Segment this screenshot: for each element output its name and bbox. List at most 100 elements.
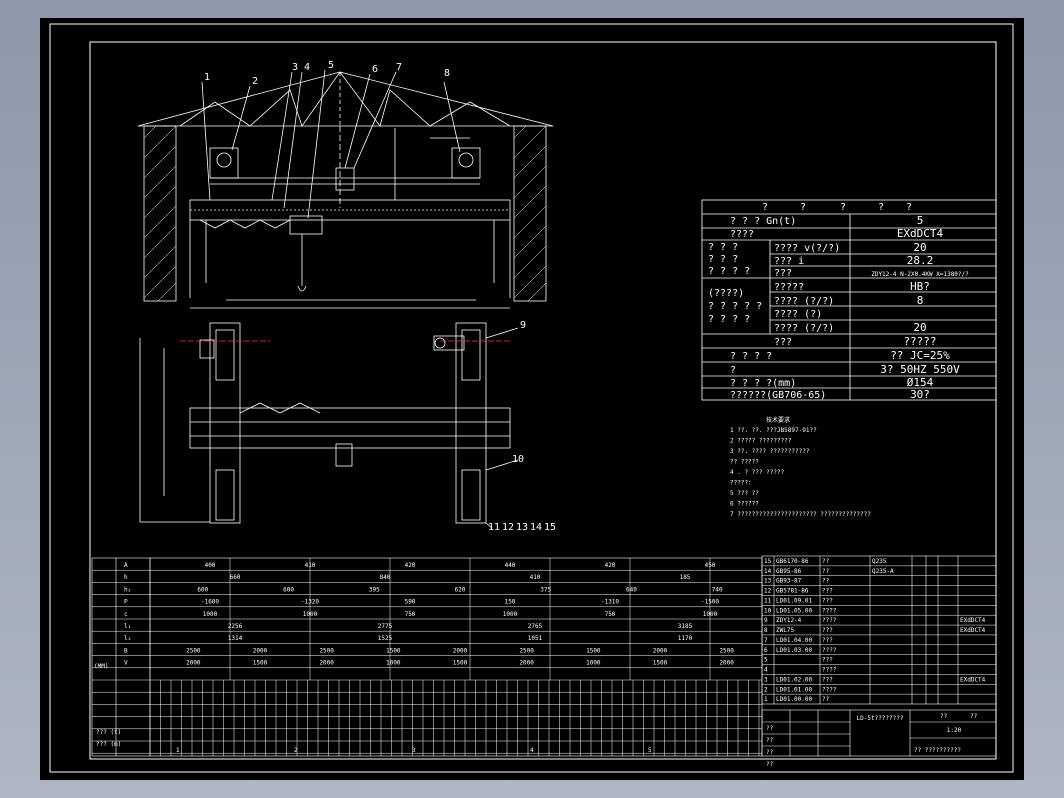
spec-row-label: ? ? ? Gn(t) <box>730 216 796 227</box>
parts-name: ?? <box>822 578 830 585</box>
dim-value: 3185 <box>678 623 693 630</box>
dimension-table-grid <box>92 558 762 756</box>
dim-value: 2500 <box>319 647 334 654</box>
title-header: ?? <box>940 713 948 720</box>
sheet-border-inner <box>89 41 997 760</box>
part-label-8: 8 <box>444 68 450 79</box>
parts-no: 8 <box>764 627 768 634</box>
dim-value: 2000 <box>519 660 534 667</box>
dim-value: 740 <box>712 586 723 593</box>
dim-symbol: P <box>124 599 128 606</box>
dim-symbol: B <box>124 647 128 654</box>
spec-header-2: ? <box>840 202 846 213</box>
dim-value: 1500 <box>253 660 268 667</box>
dim-value: 2500 <box>719 647 734 654</box>
parts-no: 7 <box>764 637 768 644</box>
technical-notes: 技术要求 1 ??. ??. ???JB5897-91?? 2 ????? ????… <box>730 416 871 518</box>
parts-code: LD01.09.01 <box>776 597 813 604</box>
dim-value: 150 <box>505 599 516 606</box>
notes-line: 3 ??. ???? ??????????? <box>730 448 810 455</box>
parts-code: LD01.02.00 <box>776 676 813 683</box>
parts-no: 3 <box>764 676 768 683</box>
title-main: LD-5t???????? <box>857 715 904 722</box>
parts-no: 15 <box>764 558 772 565</box>
dim-value: 1000 <box>203 611 218 618</box>
parts-code: GB6170-86 <box>776 558 809 565</box>
dim-symbol: c <box>124 611 128 618</box>
dim-value: 2765 <box>528 623 543 630</box>
dim-value: 420 <box>605 562 616 569</box>
part-label-10: 10 <box>512 454 524 465</box>
dim-value: 410 <box>305 562 316 569</box>
dim-value: -1500 <box>701 599 719 606</box>
parts-material: Q235 <box>872 558 887 565</box>
dim-bottom-number: 2 <box>294 747 298 754</box>
part-label-2: 2 <box>252 76 258 87</box>
spec-row-value: 28.2 <box>907 254 934 267</box>
parts-name: ??? <box>822 597 833 604</box>
parts-code: GB93-87 <box>776 578 802 585</box>
spec-group-line: ? ? ? ? <box>708 314 750 325</box>
part-label-13: 13 <box>516 522 528 533</box>
parts-name: ?? <box>822 558 830 565</box>
spec-group-line: ? ? ? ? ? <box>708 301 762 312</box>
parts-no: 2 <box>764 686 768 693</box>
spec-row-label: ???? <box>730 229 754 240</box>
notes-line: 2 ????? ????????? <box>730 438 792 445</box>
dim-unit: (MM) <box>94 663 108 670</box>
title-block-text: LD-5t???????? 1:20???????????? ?? ????????… <box>766 713 978 768</box>
part-number-labels: 1 23 4 5 6 7891011 12 13 14 15 <box>204 60 556 533</box>
parts-name: ??? <box>822 588 833 595</box>
cad-viewer[interactable]: 1 2 3 4 5 6 7 8 9 10 11 12 13 14 15 ?????? ? ? Gn(t) 5?… <box>40 18 1024 780</box>
spec-row-value: HB? <box>910 280 930 293</box>
dim-symbol: V <box>124 660 128 667</box>
parts-right-code: EXdDCT4 <box>960 676 986 683</box>
dim-value: 640 <box>626 586 637 593</box>
notes-line: 5 ??? ?? <box>730 490 759 497</box>
dim-value: 410 <box>530 574 541 581</box>
part-label-6: 6 <box>372 64 378 75</box>
spec-row-label: ??? <box>774 268 792 279</box>
plan-view <box>139 322 519 529</box>
parts-name: ?? <box>822 568 830 575</box>
title-header: ?? <box>970 713 978 720</box>
dim-value: 1525 <box>378 635 393 642</box>
spec-row-value: ????? <box>903 335 936 348</box>
dim-value: 1170 <box>678 635 693 642</box>
part-label-1: 1 <box>204 72 210 83</box>
spec-row-value: 5 <box>917 214 924 227</box>
dim-value: 375 <box>540 586 551 593</box>
part-label-7: 7 <box>396 62 402 73</box>
parts-code: ZDY12-4 <box>776 617 802 624</box>
notes-line: 4 . ? ??? ????? <box>730 469 785 476</box>
parts-code: GB95-86 <box>776 568 802 575</box>
dimension-table <box>91 557 763 757</box>
part-label-15: 15 <box>544 522 556 533</box>
dim-value: 2500 <box>519 647 534 654</box>
dim-value: 2000 <box>719 660 734 667</box>
part-label-14: 14 <box>530 522 542 533</box>
parts-code: LD01.03.00 <box>776 647 813 654</box>
dim-symbol: h <box>124 574 128 581</box>
dim-value: 600 <box>197 586 208 593</box>
dim-symbol: l₂ <box>124 635 131 642</box>
parts-code: LD01.04.00 <box>776 637 813 644</box>
spec-row-value: 3? 50HZ 550V <box>880 363 960 376</box>
spec-header-4: ? <box>906 202 912 213</box>
dim-value: -1310 <box>601 599 619 606</box>
dim-bottom-label: ??? (m) <box>96 741 121 748</box>
spec-row-label: ??? <box>774 337 792 348</box>
parts-code: LD01.01.00 <box>776 686 813 693</box>
spec-row-label: ??????(GB706-65) <box>730 390 826 401</box>
dim-value: 1500 <box>386 647 401 654</box>
notes-line: ?????: <box>730 480 752 487</box>
dim-value: 1000 <box>303 611 318 618</box>
cad-drawing: 1 23 4 5 6 7891011 12 13 14 15 ?????? ? ? Gn(t) 5?… <box>49 23 1014 773</box>
parts-no: 5 <box>764 657 768 664</box>
dim-symbol: h₂ <box>124 586 131 593</box>
parts-code: GB5781-86 <box>776 588 809 595</box>
parts-name: ??? <box>822 657 833 664</box>
dim-value: 2000 <box>253 647 268 654</box>
dim-value: 840 <box>380 574 391 581</box>
notes-line: ?? ????? <box>730 459 759 466</box>
